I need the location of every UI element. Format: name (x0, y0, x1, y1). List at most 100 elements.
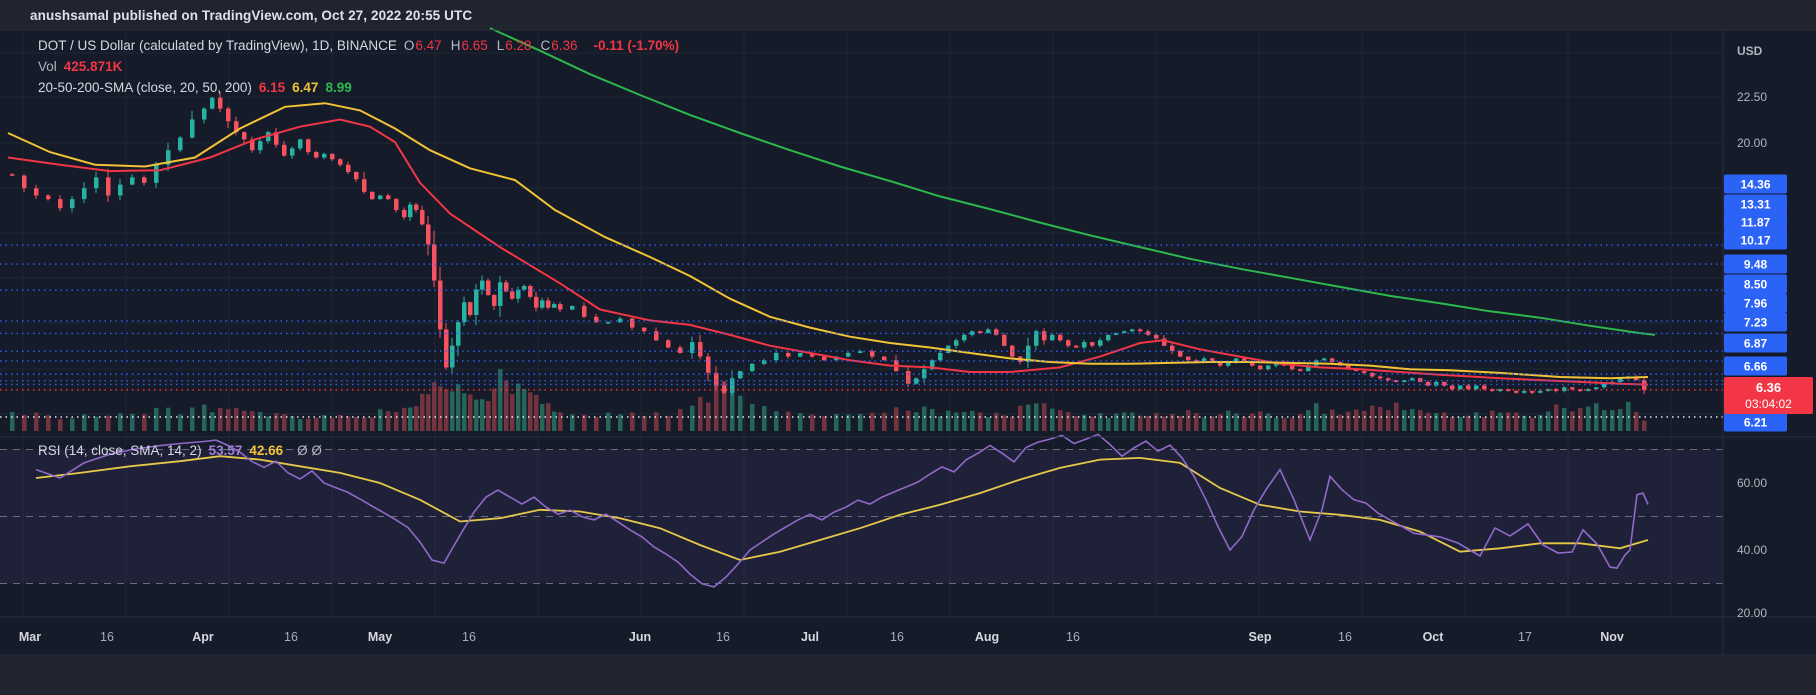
price-alert-badge[interactable]: 11.87 (1724, 213, 1787, 232)
candle-body[interactable] (226, 109, 231, 122)
candle-body[interactable] (938, 353, 943, 360)
time-axis-label[interactable]: Oct (1423, 627, 1444, 647)
candle-body[interactable] (1082, 342, 1087, 347)
candle-body[interactable] (282, 145, 287, 156)
candle-body[interactable] (1098, 340, 1103, 345)
candle-body[interactable] (1482, 386, 1487, 390)
time-axis-label[interactable]: 16 (890, 627, 904, 647)
time-axis-label[interactable]: 16 (1338, 627, 1352, 647)
candle-body[interactable] (178, 138, 183, 151)
candle-body[interactable] (306, 139, 311, 152)
time-axis-label[interactable]: Aug (975, 627, 999, 647)
time-axis-label[interactable]: Jul (801, 627, 819, 647)
candle-body[interactable] (346, 165, 351, 172)
candle-body[interactable] (1426, 382, 1431, 386)
candle-body[interactable] (202, 109, 207, 120)
candle-body[interactable] (298, 139, 303, 148)
candle-body[interactable] (1066, 340, 1071, 345)
candle-body[interactable] (498, 282, 503, 306)
candle-body[interactable] (1170, 346, 1175, 351)
time-axis-label[interactable]: 16 (462, 627, 476, 647)
time-axis-label[interactable]: May (368, 627, 392, 647)
candle-body[interactable] (654, 331, 659, 340)
candle-body[interactable] (378, 195, 383, 199)
candle-body[interactable] (846, 353, 851, 357)
candle-body[interactable] (666, 340, 671, 347)
candle-body[interactable] (414, 205, 419, 210)
candle-body[interactable] (242, 132, 247, 139)
candle-body[interactable] (962, 335, 967, 340)
sma-legend-row[interactable]: 20-50-200-SMA (close, 20, 50, 200)6.156.… (38, 78, 366, 98)
candle-body[interactable] (354, 172, 359, 179)
candle-body[interactable] (786, 353, 791, 357)
candle-body[interactable] (528, 286, 533, 297)
candle-body[interactable] (468, 302, 473, 315)
time-axis-label[interactable]: 16 (284, 627, 298, 647)
time-axis-label[interactable]: 16 (100, 627, 114, 647)
price-alert-badge[interactable]: 6.66 (1724, 357, 1787, 376)
time-axis-label[interactable]: Jun (629, 627, 651, 647)
current-price-badge[interactable]: 6.36 03:04:02 (1724, 377, 1813, 414)
candle-body[interactable] (546, 300, 551, 307)
candle-body[interactable] (1450, 386, 1455, 390)
candle-body[interactable] (798, 353, 803, 357)
candle-body[interactable] (570, 306, 575, 310)
candle-body[interactable] (1522, 391, 1527, 393)
candle-body[interactable] (486, 281, 491, 295)
candle-body[interactable] (218, 98, 223, 109)
candle-body[interactable] (1178, 351, 1183, 356)
candle-body[interactable] (444, 329, 449, 367)
price-alert-badge[interactable]: 8.50 (1724, 275, 1787, 294)
candle-body[interactable] (420, 210, 425, 224)
candle-body[interactable] (438, 281, 443, 330)
candle-body[interactable] (10, 174, 15, 176)
candle-body[interactable] (954, 340, 959, 345)
price-alert-badge[interactable]: 7.96 (1724, 294, 1787, 313)
candle-body[interactable] (630, 319, 635, 328)
candle-body[interactable] (154, 165, 159, 183)
candle-body[interactable] (510, 291, 515, 298)
candle-body[interactable] (582, 306, 587, 317)
candle-body[interactable] (258, 141, 263, 150)
candle-body[interactable] (290, 148, 295, 155)
candle-body[interactable] (1378, 376, 1383, 378)
price-alert-badge[interactable]: 6.87 (1724, 334, 1787, 353)
candle-body[interactable] (1154, 335, 1159, 339)
candle-body[interactable] (914, 378, 919, 383)
candle-body[interactable] (450, 346, 455, 368)
candle-body[interactable] (1074, 346, 1079, 348)
candle-body[interactable] (1042, 331, 1047, 340)
candle-body[interactable] (492, 295, 497, 306)
candle-body[interactable] (750, 364, 755, 371)
candle-body[interactable] (1002, 335, 1007, 346)
candle-body[interactable] (1538, 391, 1543, 393)
time-axis-label[interactable]: 16 (716, 627, 730, 647)
candle-body[interactable] (338, 159, 343, 164)
candle-body[interactable] (322, 154, 327, 158)
candle-body[interactable] (394, 199, 399, 210)
candle-body[interactable] (882, 357, 887, 361)
candle-body[interactable] (1138, 329, 1143, 331)
candle-body[interactable] (540, 300, 545, 307)
time-axis-label[interactable]: Nov (1600, 627, 1624, 647)
candle-body[interactable] (1514, 391, 1519, 393)
candle-body[interactable] (142, 177, 147, 182)
candle-body[interactable] (190, 119, 195, 137)
candle-body[interactable] (330, 154, 335, 159)
candle-body[interactable] (480, 281, 485, 290)
candle-body[interactable] (870, 351, 875, 356)
time-axis-label[interactable]: Apr (192, 627, 214, 647)
candle-body[interactable] (552, 304, 557, 308)
candle-body[interactable] (1298, 369, 1303, 371)
candle-body[interactable] (426, 224, 431, 244)
price-alert-badge[interactable]: 13.31 (1724, 195, 1787, 214)
low-price-badge[interactable]: 6.21 (1724, 413, 1787, 432)
candle-body[interactable] (462, 302, 467, 322)
candle-body[interactable] (118, 185, 123, 196)
candle-body[interactable] (94, 177, 99, 188)
candle-body[interactable] (1090, 342, 1095, 346)
candle-body[interactable] (1290, 366, 1295, 370)
candle-body[interactable] (738, 371, 743, 378)
candle-body[interactable] (1530, 391, 1535, 393)
candle-body[interactable] (1362, 371, 1367, 373)
